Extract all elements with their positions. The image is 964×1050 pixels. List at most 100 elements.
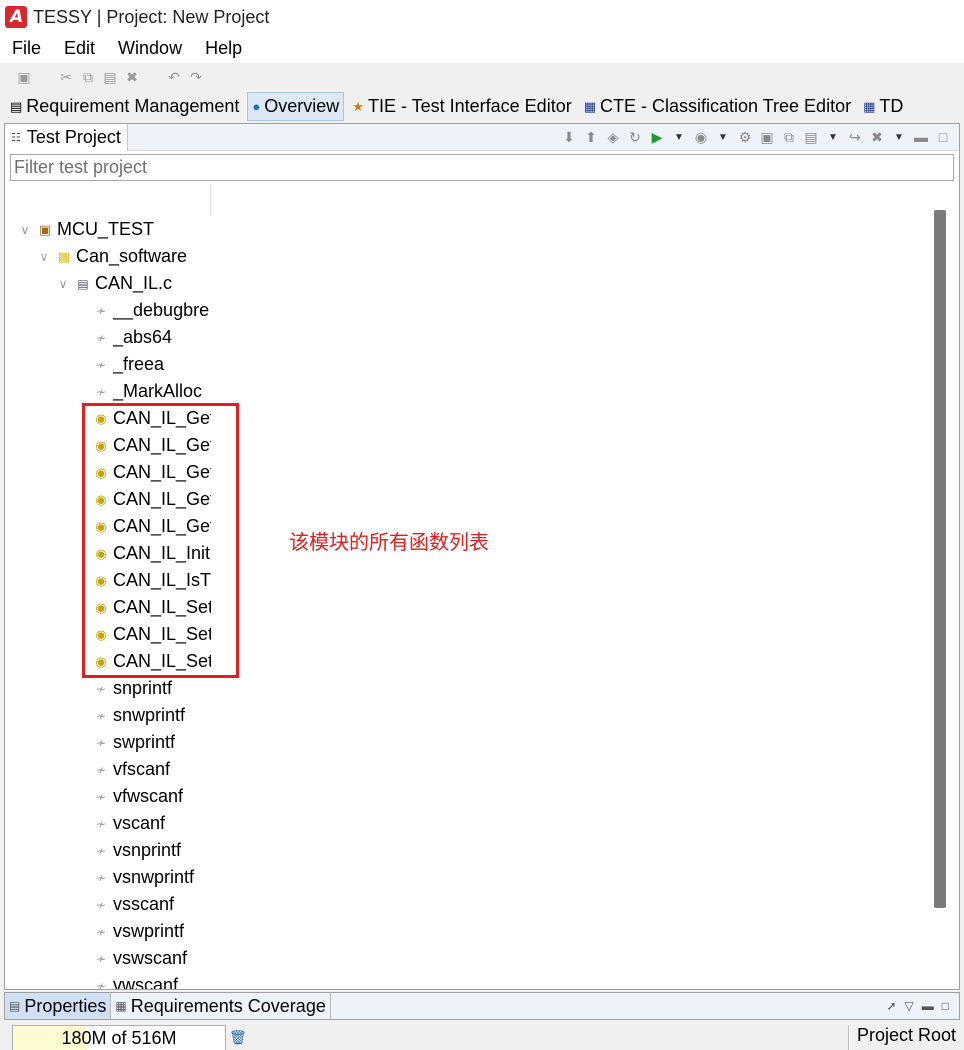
function-icon: ≁ [95, 816, 107, 831]
maximize-icon[interactable]: □ [935, 129, 951, 145]
tree-node-function[interactable]: ≁ vsnprintf [93, 837, 181, 864]
chevron-down-icon[interactable]: ∨ [17, 223, 33, 237]
chevron-down-icon[interactable]: ▼ [825, 132, 841, 143]
file-label: CAN_IL.c [95, 273, 173, 293]
menu-edit[interactable]: Edit [64, 38, 95, 59]
refresh-icon[interactable]: ↻ [627, 129, 643, 146]
function-icon: ≁ [95, 681, 107, 696]
function-icon: ≁ [95, 897, 107, 912]
menu-file[interactable]: File [12, 38, 41, 59]
minimize-icon[interactable]: ▬ [913, 129, 929, 145]
perspective-label: Overview [264, 96, 340, 116]
tree-node-module[interactable]: ∨ ▩ Can_software [36, 243, 187, 270]
coverage-icon[interactable]: ◉ [693, 129, 709, 146]
pin-icon[interactable]: ➚ [886, 999, 896, 1013]
tab-properties[interactable]: ▤ Properties [5, 993, 112, 1019]
tie-icon: ★ [352, 98, 364, 114]
save-icon[interactable]: ▣ [16, 69, 32, 85]
report-icon[interactable]: ▣ [759, 129, 775, 146]
tree-node-function[interactable]: ≁ vsnwprintf [93, 864, 194, 891]
file-icon: ▤ [77, 276, 89, 291]
tab-requirements-coverage[interactable]: ▦ Requirements Coverage [111, 993, 331, 1019]
highlight-box [82, 403, 239, 678]
function-label: vsscanf [113, 894, 175, 914]
cut-icon[interactable]: ✂ [58, 69, 74, 85]
tree-node-function[interactable]: ≁ _abs64 [93, 324, 172, 351]
maximize-icon[interactable]: □ [942, 999, 949, 1013]
perspective-td[interactable]: ▦ TD [859, 92, 907, 121]
function-label: vsnwprintf [113, 867, 195, 887]
view-menu-icon[interactable]: ▼ [891, 132, 907, 143]
tree-node-function[interactable]: ≁ vsscanf [93, 891, 174, 918]
tree-node-function[interactable]: ≁ vscanf [93, 810, 165, 837]
perspective-requirement-management[interactable]: ▤ Requirement Management [6, 92, 243, 121]
view-toolbar: ⬇ ⬆ ◈ ↻ ▶ ▼ ◉ ▼ ⚙ ▣ ⧉ ▤ ▼ ↪ ✖ ▼ ▬ □ [561, 129, 959, 146]
tree-node-function[interactable]: ≁ snwprintf [93, 702, 185, 729]
tree-node-function[interactable]: ≁ swprintf [93, 729, 175, 756]
tree-node-function[interactable]: ≁ vfscanf [93, 756, 170, 783]
perspective-tie[interactable]: ★ TIE - Test Interface Editor [348, 92, 575, 121]
chevron-down-icon[interactable]: ∨ [55, 277, 71, 291]
tab-label: Properties [24, 995, 107, 1016]
bottom-toolbar: ➚ ▽ ▬ □ [886, 999, 959, 1013]
perspective-cte[interactable]: ▦ CTE - Classification Tree Editor [580, 92, 855, 121]
view-menu-icon[interactable]: ▽ [905, 999, 914, 1013]
link-icon[interactable]: ↪ [847, 129, 863, 146]
tree-node-function[interactable]: ≁ snprintf [93, 675, 172, 702]
tree-node-file[interactable]: ∨ ▤ CAN_IL.c [55, 270, 172, 297]
annotation-text: 该模块的所有函数列表 [289, 530, 489, 554]
function-label: _abs64 [113, 327, 173, 347]
export-icon[interactable]: ⬆ [583, 129, 599, 146]
tree-node-function[interactable]: ≁ _freea [93, 351, 164, 378]
tree-node-project[interactable]: ∨ ▣ MCU_TEST [17, 216, 154, 243]
tree-node-function[interactable]: ≁ vfwscanf [93, 783, 183, 810]
tab-label: Requirements Coverage [130, 995, 326, 1016]
tree-node-function[interactable]: ≁ __debugbre [93, 297, 209, 324]
settings-icon[interactable]: ⚙ [737, 129, 753, 146]
function-icon: ≁ [95, 357, 107, 372]
print-icon[interactable]: ▤ [803, 129, 819, 146]
menu-help[interactable]: Help [205, 38, 242, 59]
function-icon: ≁ [95, 708, 107, 723]
function-icon: ≁ [95, 978, 107, 990]
tree-node-function[interactable]: ≁ vswscanf [93, 945, 187, 972]
filter-input[interactable] [10, 154, 954, 181]
vertical-scrollbar[interactable] [934, 210, 946, 908]
window-title: TESSY | Project: New Project [33, 6, 270, 27]
function-label: swprintf [113, 732, 176, 752]
function-label: snwprintf [113, 705, 186, 725]
status-right-text: Project Root [848, 1025, 956, 1050]
function-icon: ≁ [95, 735, 107, 750]
tree-node-function[interactable]: ≁ vswprintf [93, 918, 184, 945]
undo-icon[interactable]: ↶ [166, 69, 182, 85]
tab-test-project[interactable]: ☷ Test Project [5, 123, 128, 151]
memory-indicator[interactable]: 180M of 516M [12, 1025, 226, 1050]
paste-icon[interactable]: ▤ [102, 69, 118, 85]
function-label: snprintf [113, 678, 173, 698]
garbage-collect-icon[interactable]: 🗑 [229, 1029, 247, 1046]
tree-node-function[interactable]: ≁ _MarkAlloc [93, 378, 202, 405]
redo-icon[interactable]: ↷ [188, 69, 204, 85]
chevron-down-icon[interactable]: ▼ [671, 132, 687, 143]
tree-node-function[interactable]: ≁ vwscanf [93, 972, 178, 989]
import-icon[interactable]: ⬇ [561, 129, 577, 146]
copy-report-icon[interactable]: ⧉ [781, 129, 797, 146]
table-icon: ▦ [115, 999, 127, 1013]
memory-text: 180M of 516M [61, 1027, 177, 1048]
function-icon: ≁ [95, 303, 107, 318]
delete-icon[interactable]: ✖ [124, 69, 140, 85]
filter-icon[interactable]: ✖ [869, 129, 885, 146]
minimize-icon[interactable]: ▬ [922, 999, 934, 1013]
chevron-down-icon[interactable]: ∨ [36, 250, 52, 264]
analyze-icon[interactable]: ◈ [605, 129, 621, 146]
function-label: vswprintf [113, 921, 185, 941]
copy-icon[interactable]: ⧉ [80, 69, 96, 85]
function-icon: ≁ [95, 843, 107, 858]
chevron-down-icon[interactable]: ▼ [715, 132, 731, 143]
perspective-overview[interactable]: ● Overview [247, 92, 345, 121]
function-icon: ≁ [95, 951, 107, 966]
function-label: vsnprintf [113, 840, 182, 860]
run-icon[interactable]: ▶ [649, 129, 665, 146]
function-icon: ≁ [95, 384, 107, 399]
menu-window[interactable]: Window [118, 38, 182, 59]
